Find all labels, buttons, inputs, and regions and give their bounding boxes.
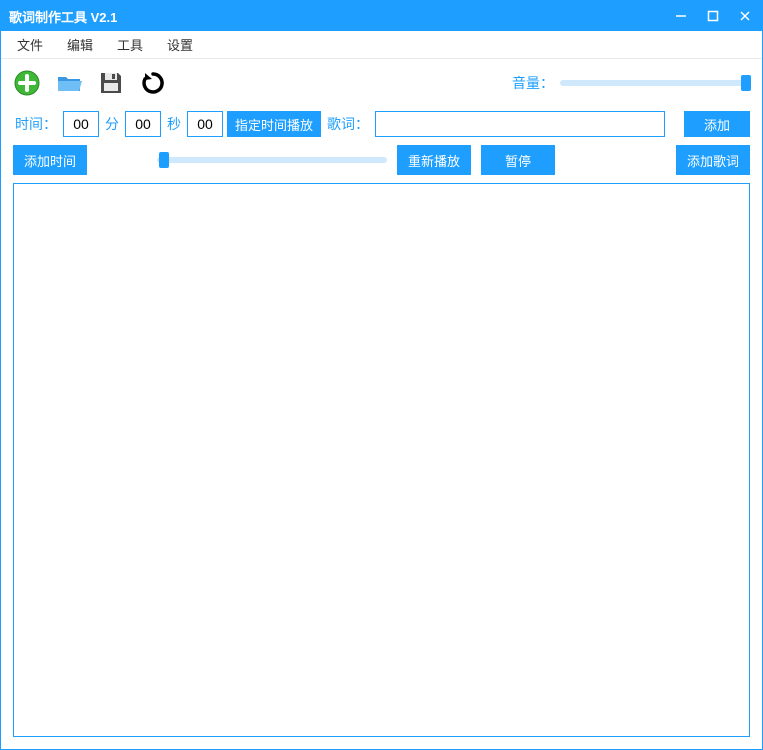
minimize-button[interactable] xyxy=(672,7,690,25)
play-at-time-button[interactable]: 指定时间播放 xyxy=(227,111,321,137)
seek-slider[interactable] xyxy=(157,157,387,163)
volume-slider[interactable] xyxy=(560,80,750,86)
window-title: 歌词制作工具 V2.1 xyxy=(9,7,672,26)
replay-button[interactable]: 重新播放 xyxy=(397,145,471,175)
refresh-icon[interactable] xyxy=(139,69,167,97)
add-button[interactable]: 添加 xyxy=(684,111,750,137)
minutes-input[interactable] xyxy=(63,111,99,137)
seek-thumb[interactable] xyxy=(159,152,169,168)
menu-settings[interactable]: 设置 xyxy=(157,31,203,58)
toolbar: 音量： xyxy=(1,59,762,107)
add-icon[interactable] xyxy=(13,69,41,97)
lyric-label: 歌词： xyxy=(325,114,371,134)
time-input-row: 时间： 分 秒 指定时间播放 歌词： 添加 xyxy=(1,107,762,141)
seconds-input[interactable] xyxy=(125,111,161,137)
lyrics-textarea[interactable] xyxy=(13,183,750,737)
add-lyric-button[interactable]: 添加歌词 xyxy=(676,145,750,175)
action-row: 添加时间 重新播放 暂停 添加歌词 xyxy=(1,141,762,183)
menu-tools[interactable]: 工具 xyxy=(107,31,153,58)
minutes-unit: 分 xyxy=(103,114,121,134)
add-time-button[interactable]: 添加时间 xyxy=(13,145,87,175)
volume-label: 音量： xyxy=(512,73,554,93)
title-bar: 歌词制作工具 V2.1 xyxy=(1,1,762,31)
time-label: 时间： xyxy=(13,114,59,134)
pause-button[interactable]: 暂停 xyxy=(481,145,555,175)
close-button[interactable] xyxy=(736,7,754,25)
open-folder-icon[interactable] xyxy=(55,69,83,97)
lyric-input[interactable] xyxy=(375,111,665,137)
menu-bar: 文件 编辑 工具 设置 xyxy=(1,31,762,59)
volume-thumb[interactable] xyxy=(741,75,751,91)
seconds-unit: 秒 xyxy=(165,114,183,134)
menu-edit[interactable]: 编辑 xyxy=(57,31,103,58)
maximize-button[interactable] xyxy=(704,7,722,25)
menu-file[interactable]: 文件 xyxy=(7,31,53,58)
ms-input[interactable] xyxy=(187,111,223,137)
save-icon[interactable] xyxy=(97,69,125,97)
